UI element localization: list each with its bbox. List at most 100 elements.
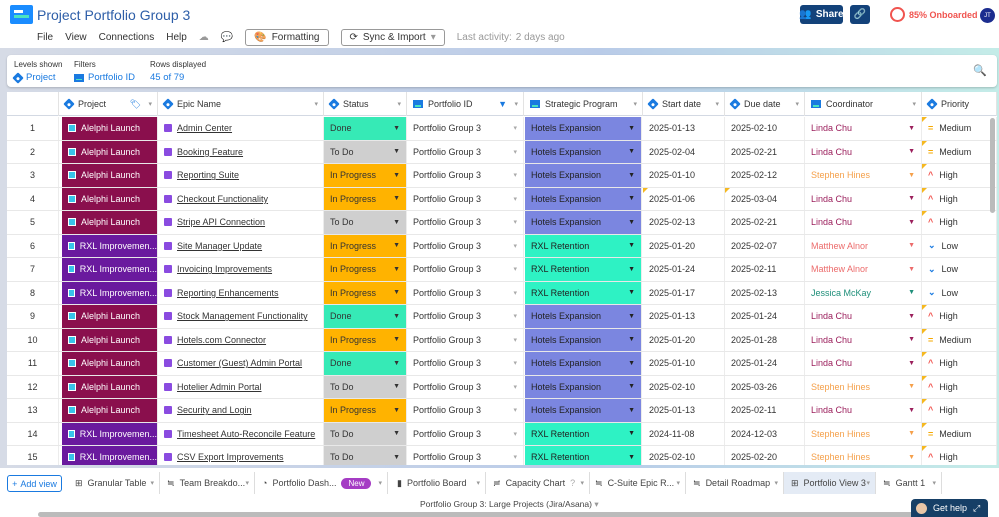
status-select[interactable]: In Progress ▼ <box>324 399 407 422</box>
get-help-button[interactable]: Get help ⤢ <box>911 499 988 517</box>
project-chip[interactable]: Alelphi Launch <box>62 352 157 375</box>
status-select[interactable]: To Do ▼ <box>324 446 407 465</box>
epic-link[interactable]: Checkout Functionality <box>177 194 268 204</box>
epic-cell[interactable]: Stripe API Connection <box>158 211 324 234</box>
status-select[interactable]: To Do ▼ <box>324 140 407 163</box>
epic-cell[interactable]: Admin Center <box>158 117 324 140</box>
project-chip[interactable]: RXL Improvemen... <box>62 446 157 465</box>
due-date-cell[interactable]: 2025-02-07 <box>725 234 805 257</box>
status-select[interactable]: In Progress ▼ <box>324 187 407 210</box>
epic-cell[interactable]: Reporting Enhancements <box>158 281 324 304</box>
priority-cell[interactable]: ^ High <box>922 187 997 210</box>
onboarding-status[interactable]: 85% Onboarded <box>909 10 978 20</box>
epic-cell[interactable]: Booking Feature <box>158 140 324 163</box>
portfolio-select[interactable]: Portfolio Group 3 ▾ <box>407 258 524 281</box>
strategic-program-select[interactable]: Hotels Expansion ▼ <box>525 352 642 375</box>
strategic-program-select[interactable]: RXL Retention ▼ <box>525 422 642 445</box>
strategic-program-select[interactable]: Hotels Expansion ▼ <box>525 375 642 398</box>
start-date-cell[interactable]: 2025-01-17 <box>643 281 725 304</box>
share-button[interactable]: 👥 Share <box>799 5 844 24</box>
portfolio-select[interactable]: Portfolio Group 3 ▾ <box>407 422 524 445</box>
table-row[interactable]: 10 Alelphi Launch Hotels.com Connector I… <box>7 328 997 352</box>
start-date-cell[interactable]: 2025-01-10 <box>643 164 725 187</box>
column-header-project[interactable]: Project 🏷 ▾ <box>59 92 158 116</box>
epic-link[interactable]: Hotels.com Connector <box>177 335 266 345</box>
start-date-cell[interactable]: 2025-01-20 <box>643 234 725 257</box>
epic-cell[interactable]: Reporting Suite <box>158 164 324 187</box>
portfolio-select[interactable]: Portfolio Group 3 ▾ <box>407 399 524 422</box>
portfolio-select[interactable]: Portfolio Group 3 ▾ <box>407 446 524 465</box>
view-tab-portfolio-dash[interactable]: ◔ Portfolio Dash... New ▾ <box>255 472 388 494</box>
priority-cell[interactable]: = Medium <box>922 422 997 445</box>
coordinator-select[interactable]: Linda Chu ▼ <box>805 187 922 210</box>
column-header-due-date[interactable]: Due date ▾ <box>725 92 805 116</box>
menu-connections[interactable]: Connections <box>99 32 155 43</box>
priority-cell[interactable]: ^ High <box>922 305 997 328</box>
strategic-program-select[interactable]: RXL Retention ▼ <box>525 258 642 281</box>
project-chip[interactable]: Alelphi Launch <box>62 399 157 422</box>
start-date-cell[interactable]: 2025-02-13 <box>643 211 725 234</box>
levels-shown[interactable]: Levels shown Project <box>12 60 62 84</box>
status-select[interactable]: Done ▼ <box>324 117 407 140</box>
column-header-epic-name[interactable]: Epic Name ▾ <box>158 92 324 116</box>
table-row[interactable]: 4 Alelphi Launch Checkout Functionality … <box>7 187 997 211</box>
portfolio-select[interactable]: Portfolio Group 3 ▾ <box>407 211 524 234</box>
epic-link[interactable]: Reporting Enhancements <box>177 288 279 298</box>
filters-shown[interactable]: Filters Portfolio ID <box>74 60 135 83</box>
status-select[interactable]: To Do ▼ <box>324 211 407 234</box>
column-header-portfolio-id[interactable]: Portfolio ID ▼ ▾ <box>407 92 524 116</box>
coordinator-select[interactable]: Stephen Hines ▼ <box>805 375 922 398</box>
epic-link[interactable]: Site Manager Update <box>177 241 262 251</box>
table-row[interactable]: 6 RXL Improvemen... Site Manager Update … <box>7 234 997 258</box>
coordinator-select[interactable]: Matthew Alnor ▼ <box>805 234 922 257</box>
strategic-program-select[interactable]: Hotels Expansion ▼ <box>525 305 642 328</box>
due-date-cell[interactable]: 2025-03-04 <box>725 187 805 210</box>
start-date-cell[interactable]: 2025-02-10 <box>643 446 725 465</box>
app-logo-icon[interactable] <box>10 5 33 24</box>
table-row[interactable]: 8 RXL Improvemen... Reporting Enhancemen… <box>7 281 997 305</box>
start-date-cell[interactable]: 2024-11-08 <box>643 422 725 445</box>
strategic-program-select[interactable]: Hotels Expansion ▼ <box>525 211 642 234</box>
epic-cell[interactable]: Invoicing Improvements <box>158 258 324 281</box>
portfolio-select[interactable]: Portfolio Group 3 ▾ <box>407 375 524 398</box>
coordinator-select[interactable]: Linda Chu ▼ <box>805 211 922 234</box>
view-tab-team-breakdo[interactable]: ≒ Team Breakdo... ▾ <box>160 472 255 494</box>
project-chip[interactable]: Alelphi Launch <box>62 117 157 140</box>
table-row[interactable]: 9 Alelphi Launch Stock Management Functi… <box>7 305 997 329</box>
project-chip[interactable]: RXL Improvemen... <box>62 281 157 304</box>
start-date-cell[interactable]: 2025-02-04 <box>643 140 725 163</box>
due-date-cell[interactable]: 2025-02-11 <box>725 258 805 281</box>
sync-import-button[interactable]: ⟳ Sync & Import ▾ <box>340 29 445 46</box>
project-chip[interactable]: Alelphi Launch <box>62 305 157 328</box>
column-header-status[interactable]: Status ▾ <box>324 92 407 116</box>
avatar[interactable]: JT <box>980 8 995 23</box>
coordinator-select[interactable]: Linda Chu ▼ <box>805 328 922 351</box>
due-date-cell[interactable]: 2025-02-11 <box>725 399 805 422</box>
due-date-cell[interactable]: 2025-01-28 <box>725 328 805 351</box>
coordinator-select[interactable]: Jessica McKay ▼ <box>805 281 922 304</box>
formatting-button[interactable]: 🎨 Formatting <box>245 29 329 46</box>
priority-cell[interactable]: ^ High <box>922 375 997 398</box>
epic-link[interactable]: Timesheet Auto-Reconcile Feature <box>177 429 315 439</box>
due-date-cell[interactable]: 2025-02-20 <box>725 446 805 465</box>
project-chip[interactable]: RXL Improvemen... <box>62 234 157 257</box>
strategic-program-select[interactable]: RXL Retention ▼ <box>525 281 642 304</box>
view-tab-detail-roadmap[interactable]: ≒ Detail Roadmap ▾ <box>686 472 784 494</box>
project-chip[interactable]: Alelphi Launch <box>62 211 157 234</box>
table-row[interactable]: 1 Alelphi Launch Admin Center Done ▼ Port… <box>7 117 997 141</box>
epic-cell[interactable]: Checkout Functionality <box>158 187 324 210</box>
status-select[interactable]: In Progress ▼ <box>324 234 407 257</box>
priority-cell[interactable]: = Medium <box>922 117 997 140</box>
due-date-cell[interactable]: 2024-12-03 <box>725 422 805 445</box>
status-select[interactable]: In Progress ▼ <box>324 258 407 281</box>
status-select[interactable]: In Progress ▼ <box>324 164 407 187</box>
view-tab-portfolio-board[interactable]: ▮ Portfolio Board ▾ <box>390 472 486 494</box>
start-date-cell[interactable]: 2025-01-13 <box>643 399 725 422</box>
start-date-cell[interactable]: 2025-01-13 <box>643 305 725 328</box>
copy-link-button[interactable]: 🔗 <box>850 5 870 24</box>
project-chip[interactable]: RXL Improvemen... <box>62 258 157 281</box>
onboarding-progress-icon[interactable] <box>890 7 905 22</box>
table-row[interactable]: 13 Alelphi Launch Security and Login In … <box>7 399 997 423</box>
epic-cell[interactable]: Hotels.com Connector <box>158 328 324 351</box>
epic-link[interactable]: Admin Center <box>177 123 232 133</box>
